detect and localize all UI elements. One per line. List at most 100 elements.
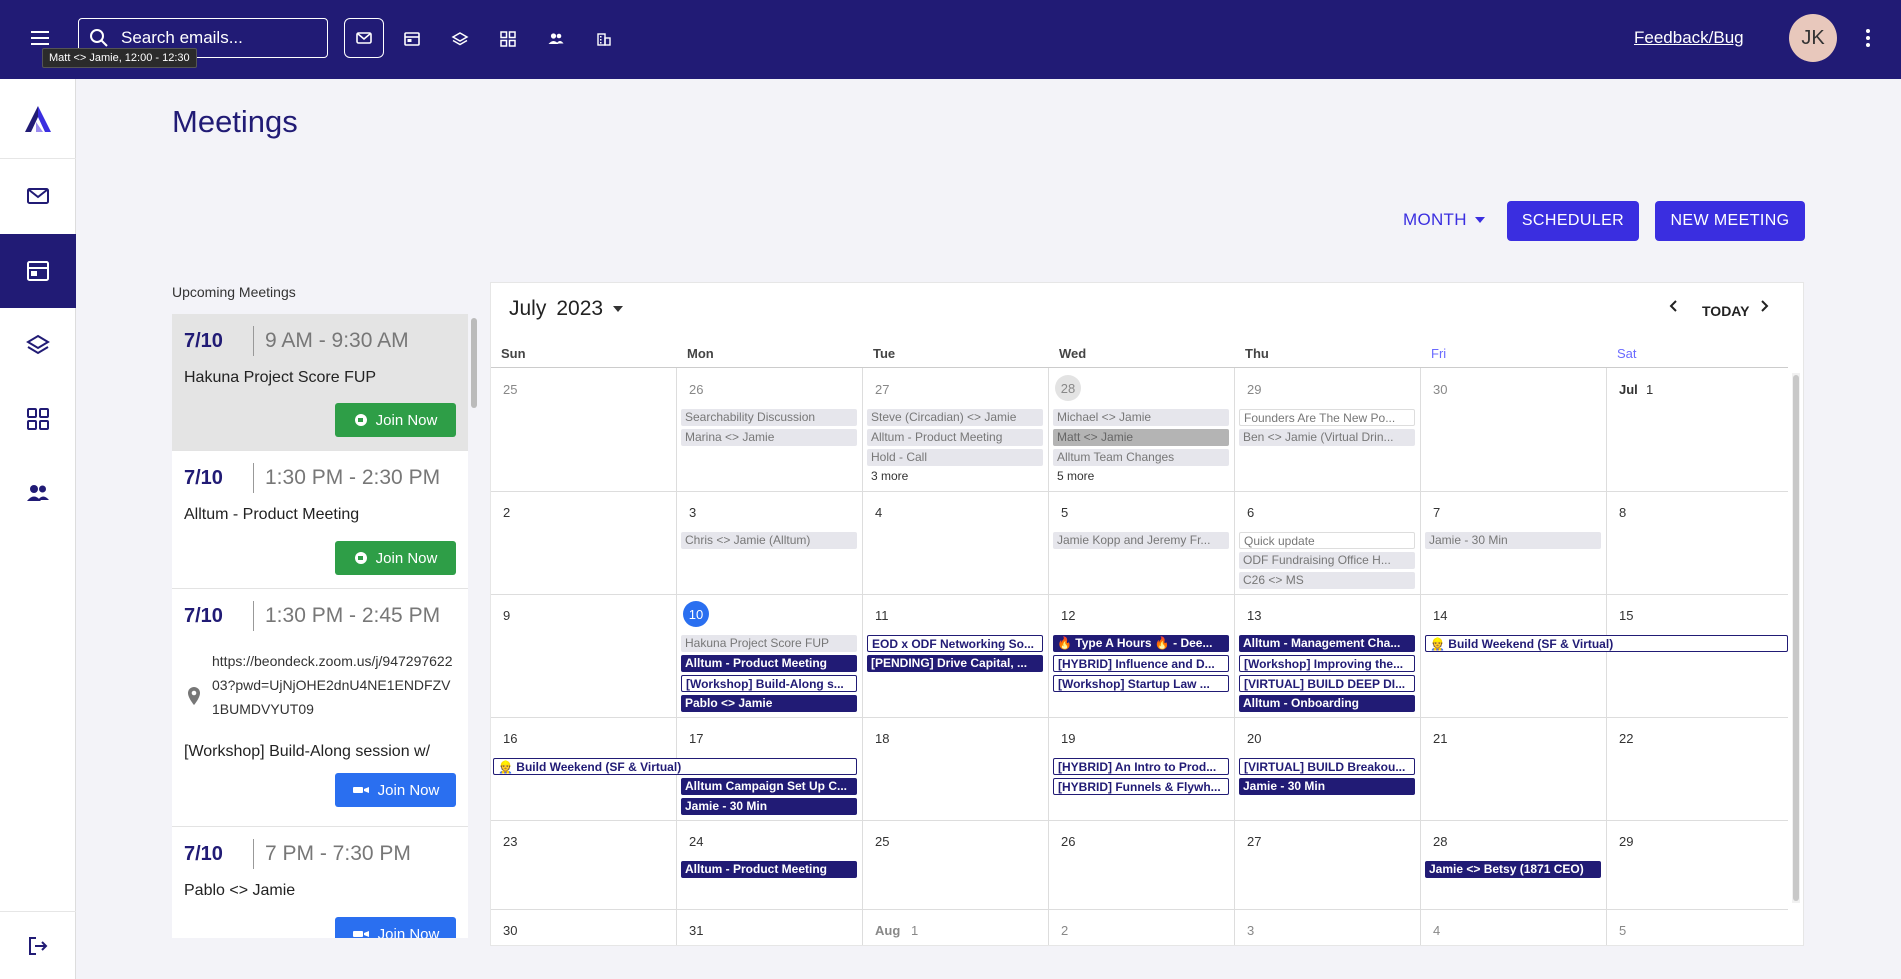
logout-button[interactable] [0,911,76,979]
calendar-event[interactable]: Pablo <> Jamie [681,695,857,712]
upcoming-scrollbar[interactable] [470,314,478,938]
month-year-select[interactable]: July 2023 [509,297,624,321]
day-number[interactable]: 25 [503,382,517,397]
day-number[interactable]: 18 [875,731,889,746]
calendar-event[interactable]: [Workshop] Build-Along s... [681,675,857,692]
day-number[interactable]: 8 [1619,505,1626,520]
calendar-event[interactable]: [VIRTUAL] BUILD DEEP DI... [1239,675,1415,692]
feedback-link[interactable]: Feedback/Bug [1634,28,1744,48]
day-number[interactable]: 13 [1247,608,1261,623]
day-number-today[interactable]: 10 [683,601,709,627]
calendar-event[interactable]: Jamie - 30 Min [1425,532,1601,549]
day-number[interactable]: 2 [1061,923,1068,938]
day-number[interactable]: 28 [1055,375,1081,401]
prev-month-button[interactable] [1669,299,1677,315]
more-events-link[interactable]: 5 more [1057,469,1094,483]
day-number[interactable]: 5 [1061,505,1068,520]
more-events-link[interactable]: 3 more [871,469,908,483]
sidebar-item-email[interactable] [0,159,76,233]
app-logo[interactable] [0,79,76,159]
calendar-event[interactable]: ODF Fundraising Office H... [1239,552,1415,569]
day-number[interactable]: 11 [875,608,889,623]
day-number[interactable]: 27 [1247,834,1261,849]
calendar-event-multiday[interactable]: 👷 Build Weekend (SF & Virtual) [1425,635,1788,652]
calendar-event[interactable]: Alltum - Product Meeting [867,429,1043,446]
day-number[interactable]: 30 [503,923,517,938]
email-icon[interactable] [344,18,384,58]
building-icon[interactable] [587,22,621,56]
meeting-card[interactable]: 7/10 1:30 PM - 2:30 PM Alltum - Product … [172,451,468,589]
new-meeting-button[interactable]: NEW MEETING [1655,201,1805,241]
day-number[interactable]: 16 [503,731,517,746]
meeting-card[interactable]: 7/10 9 AM - 9:30 AM Hakuna Project Score… [172,314,468,451]
calendar-event[interactable]: [Workshop] Improving the... [1239,655,1415,672]
calendar-event[interactable]: Searchability Discussion [681,409,857,426]
calendar-event[interactable]: Jamie Kopp and Jeremy Fr... [1053,532,1229,549]
day-number[interactable]: 17 [689,731,703,746]
day-number[interactable]: 29 [1247,382,1261,397]
calendar-event[interactable]: Alltum - Product Meeting [681,861,857,878]
sidebar-item-meetings[interactable] [0,234,76,308]
day-number[interactable]: 3 [689,505,696,520]
day-number[interactable]: 19 [1061,731,1075,746]
calendar-icon[interactable] [395,22,429,56]
day-number[interactable]: 14 [1433,608,1447,623]
day-number[interactable]: 12 [1061,608,1075,623]
sidebar-item-apps[interactable] [0,382,76,456]
day-number[interactable]: 21 [1433,731,1447,746]
day-number[interactable]: 26 [689,382,703,397]
calendar-event[interactable]: Alltum Campaign Set Up C... [681,778,857,795]
next-month-button[interactable] [1761,299,1769,315]
scroll-thumb[interactable] [471,318,477,408]
calendar-event-multiday[interactable]: 👷 Build Weekend (SF & Virtual) [493,758,857,775]
join-now-button[interactable]: Join Now [335,773,456,807]
join-now-button[interactable]: Join Now [335,917,456,938]
calendar-event[interactable]: Alltum - Product Meeting [681,655,857,672]
calendar-event[interactable]: C26 <> MS [1239,572,1415,589]
calendar-scrollbar[interactable] [1792,373,1800,903]
day-number[interactable]: 2 [503,505,510,520]
calendar-event[interactable]: Hold - Call [867,449,1043,466]
calendar-event[interactable]: 🔥 Type A Hours 🔥 - Dee... [1053,635,1229,652]
apps-icon[interactable] [491,22,525,56]
today-button[interactable]: TODAY [1702,303,1749,319]
day-number[interactable]: 3 [1247,923,1254,938]
day-number[interactable]: 5 [1619,923,1626,938]
sidebar-item-layers[interactable] [0,308,76,382]
calendar-event[interactable]: Jamie <> Betsy (1871 CEO) [1425,861,1601,878]
calendar-event[interactable]: [PENDING] Drive Capital, ... [867,655,1043,672]
day-number[interactable]: 23 [503,834,517,849]
scheduler-button[interactable]: SCHEDULER [1507,201,1639,241]
day-number[interactable]: 29 [1619,834,1633,849]
join-now-button[interactable]: Join Now [335,403,456,437]
calendar-event[interactable]: Alltum - Management Cha... [1239,635,1415,652]
day-number[interactable]: 20 [1247,731,1261,746]
day-number[interactable]: 4 [1433,923,1440,938]
day-number[interactable]: 1 [911,923,918,938]
calendar-event[interactable]: [HYBRID] An Intro to Prod... [1053,758,1229,775]
calendar-event[interactable]: Jamie - 30 Min [1239,778,1415,795]
calendar-event[interactable]: Hakuna Project Score FUP [681,635,857,652]
day-number[interactable]: 25 [875,834,889,849]
sidebar-item-contacts[interactable] [0,456,76,530]
calendar-event[interactable]: Ben <> Jamie (Virtual Drin... [1239,429,1415,446]
calendar-event[interactable]: [VIRTUAL] BUILD Breakou... [1239,758,1415,775]
day-number[interactable]: 9 [503,608,510,623]
day-number[interactable]: 30 [1433,382,1447,397]
calendar-event[interactable]: [Workshop] Startup Law ... [1053,675,1229,692]
scroll-thumb[interactable] [1793,375,1799,901]
day-number[interactable]: 6 [1247,505,1254,520]
more-vert-icon[interactable] [1858,28,1878,48]
calendar-event[interactable]: [HYBRID] Funnels & Flywh... [1053,778,1229,795]
day-number[interactable]: 27 [875,382,889,397]
calendar-event[interactable]: Marina <> Jamie [681,429,857,446]
calendar-event[interactable]: Matt <> Jamie [1053,429,1229,446]
join-now-button[interactable]: Join Now [335,541,456,575]
calendar-event[interactable]: Alltum Team Changes [1053,449,1229,466]
calendar-event[interactable]: Quick update [1239,532,1415,549]
meeting-card[interactable]: 7/10 1:30 PM - 2:45 PM https://beondeck.… [172,589,468,827]
menu-icon[interactable] [28,26,52,50]
day-number[interactable]: 26 [1061,834,1075,849]
search-input[interactable] [121,28,311,48]
calendar-event[interactable]: Steve (Circadian) <> Jamie [867,409,1043,426]
